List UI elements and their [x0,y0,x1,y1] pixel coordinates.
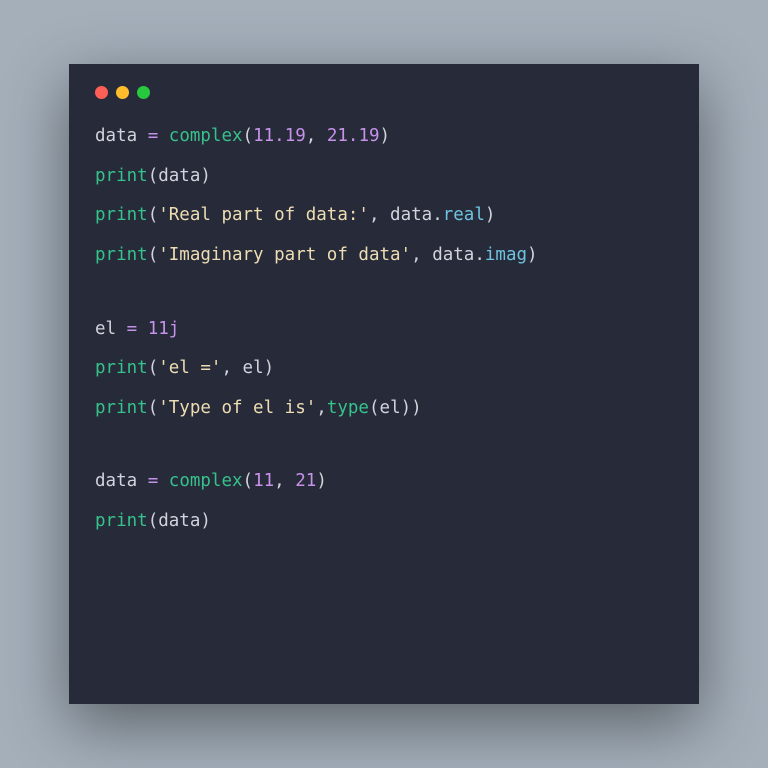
code-token: . [432,205,443,225]
code-token: = [127,319,138,339]
code-token: data [158,511,200,531]
code-token: real [443,205,485,225]
code-token: el [95,319,127,339]
code-token: imag [485,245,527,265]
code-token: data [390,205,432,225]
code-token: ) [200,511,211,531]
code-token: type [327,398,369,418]
code-token: el [380,398,401,418]
code-token: ( [243,126,254,146]
code-line: data = complex(11.19, 21.19) [95,125,673,149]
code-token: ( [148,398,159,418]
code-token: ( [148,166,159,186]
code-token: print [95,358,148,378]
code-token: 21.19 [327,126,380,146]
code-token [158,471,169,491]
code-token: 11.19 [253,126,306,146]
code-token: ( [369,398,380,418]
code-token: ) [200,166,211,186]
code-token: , [306,126,327,146]
code-line: print(data) [95,165,673,189]
code-token: 'Imaginary part of data' [158,245,411,265]
code-line: print('Type of el is',type(el)) [95,397,673,421]
minimize-icon[interactable] [116,86,129,99]
code-token: , [369,205,390,225]
code-token: ( [148,511,159,531]
code-token: print [95,205,148,225]
code-token: 'Real part of data:' [158,205,369,225]
code-token: ) [485,205,496,225]
code-token: data [95,471,148,491]
code-token: , [274,471,295,491]
code-token: = [148,126,159,146]
zoom-icon[interactable] [137,86,150,99]
code-window: data = complex(11.19, 21.19)print(data)p… [69,64,699,704]
code-token: ) [316,471,327,491]
code-token: print [95,511,148,531]
code-token: )) [401,398,422,418]
code-token: ) [380,126,391,146]
code-line: print('Real part of data:', data.real) [95,204,673,228]
code-line: data = complex(11, 21) [95,470,673,494]
code-token: , [221,358,242,378]
code-token: 11j [148,319,180,339]
code-block: data = complex(11.19, 21.19)print(data)p… [95,125,673,534]
close-icon[interactable] [95,86,108,99]
code-token: 'el =' [158,358,221,378]
code-token: ( [148,205,159,225]
blank-line [95,436,673,470]
code-token: 11 [253,471,274,491]
code-token: = [148,471,159,491]
window-titlebar [95,86,673,99]
code-line: print('el =', el) [95,357,673,381]
code-token: ( [148,245,159,265]
code-token: , [316,398,327,418]
code-token: data [432,245,474,265]
code-token: , [411,245,432,265]
code-token: ( [243,471,254,491]
code-token: 'Type of el is' [158,398,316,418]
code-token: data [158,166,200,186]
code-line: print('Imaginary part of data', data.ima… [95,244,673,268]
code-line: print(data) [95,510,673,534]
code-line: el = 11j [95,318,673,342]
code-token: print [95,166,148,186]
code-token: el [243,358,264,378]
code-token: ( [148,358,159,378]
code-token: complex [169,471,243,491]
code-token: 21 [295,471,316,491]
code-token [158,126,169,146]
code-token: ) [527,245,538,265]
code-token: ) [264,358,275,378]
blank-line [95,284,673,318]
code-token: data [95,126,148,146]
code-token: . [474,245,485,265]
code-token [137,319,148,339]
code-token: complex [169,126,243,146]
code-token: print [95,398,148,418]
code-token: print [95,245,148,265]
